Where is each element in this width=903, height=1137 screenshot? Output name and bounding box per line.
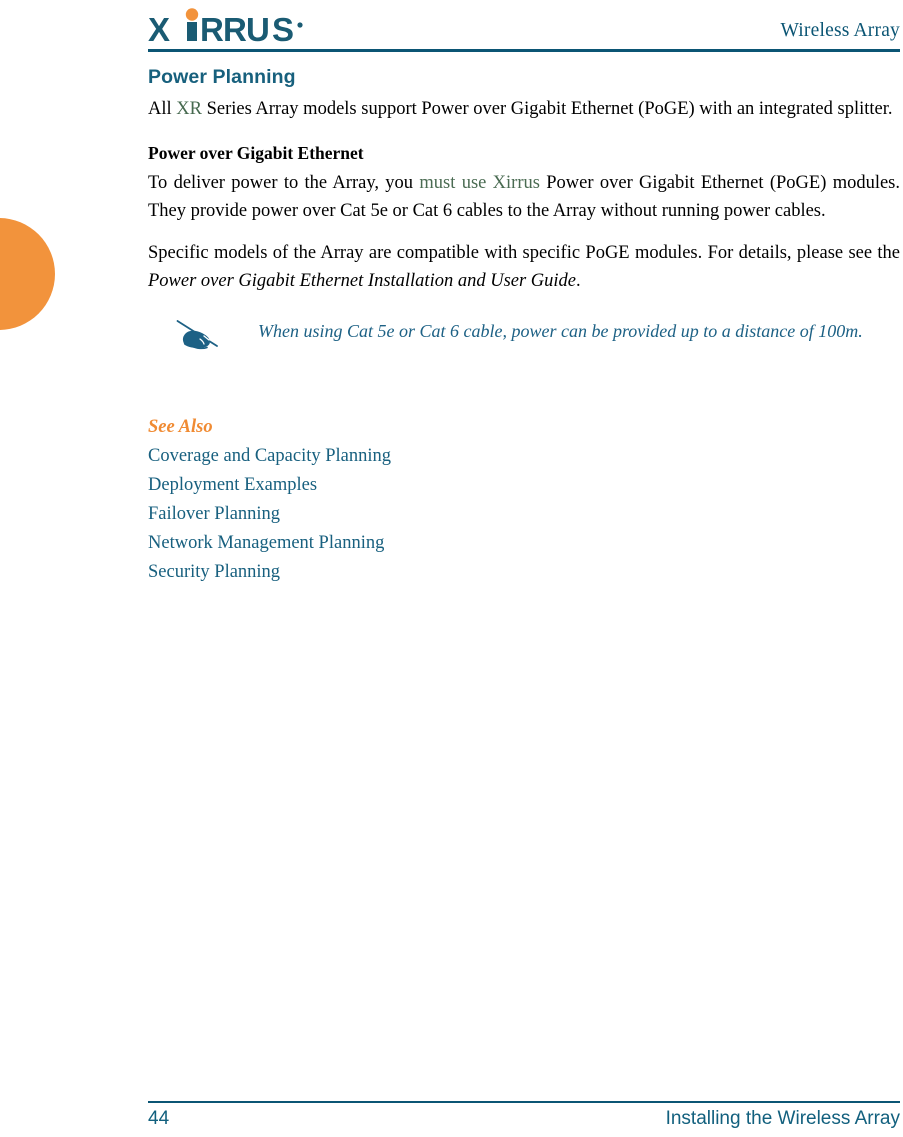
see-also-link[interactable]: Security Planning xyxy=(148,558,900,587)
svg-text:U: U xyxy=(246,11,269,48)
page-title: Power Planning xyxy=(148,66,296,88)
header-divider xyxy=(148,49,900,52)
svg-text:R: R xyxy=(223,11,247,48)
see-also-link[interactable]: Network Management Planning xyxy=(148,529,900,558)
see-also-list: Coverage and Capacity Planning Deploymen… xyxy=(148,442,900,587)
see-also-label: See Also xyxy=(148,417,213,437)
header-title: Wireless Array xyxy=(780,20,900,41)
svg-text:X: X xyxy=(148,11,170,48)
poge-guide-reference: Power over Gigabit Ethernet Installation… xyxy=(148,271,577,291)
svg-text:R: R xyxy=(200,11,224,48)
note-callout: When using Cat 5e or Cat 6 cable, power … xyxy=(148,317,900,377)
paragraph-3-after: . xyxy=(576,271,581,291)
xirrus-logo: X R R U S xyxy=(148,8,318,48)
xr-series-link[interactable]: XR xyxy=(176,99,202,119)
intro-paragraph: All XR Series Array models support Power… xyxy=(148,95,900,123)
see-also-section: See Also Coverage and Capacity Planning … xyxy=(148,417,900,587)
page-footer: 44 Installing the Wireless Array xyxy=(148,1108,900,1134)
svg-text:S: S xyxy=(272,11,294,48)
page-number: 44 xyxy=(148,1108,170,1129)
see-also-link[interactable]: Deployment Examples xyxy=(148,471,900,500)
paragraph-specific-models: Specific models of the Array are compati… xyxy=(148,239,900,295)
paragraph-3-before: Specific models of the Array are compati… xyxy=(148,243,900,263)
writing-hand-note-icon xyxy=(176,319,220,353)
subsection-title: Power over Gigabit Ethernet xyxy=(148,143,364,163)
must-use-xirrus-link[interactable]: must use Xirrus xyxy=(419,173,540,193)
footer-title: Installing the Wireless Array xyxy=(665,1108,900,1129)
footer-divider xyxy=(148,1101,900,1103)
page-content: Power Planning All XR Series Array model… xyxy=(148,66,900,587)
logo-dot-icon xyxy=(185,8,199,21)
document-page: X R R U S Wireless Array Power Planning … xyxy=(0,0,903,1137)
see-also-link[interactable]: Failover Planning xyxy=(148,500,900,529)
see-also-link[interactable]: Coverage and Capacity Planning xyxy=(148,442,900,471)
intro-text-after: Series Array models support Power over G… xyxy=(201,99,893,119)
paragraph-poge-modules: To deliver power to the Array, you must … xyxy=(148,169,900,225)
page-header: X R R U S Wireless Array xyxy=(148,6,900,52)
intro-text-before: All xyxy=(148,99,177,119)
paragraph-2-before: To deliver power to the Array, you xyxy=(148,173,420,193)
logo-registered-icon xyxy=(297,22,303,28)
note-text: When using Cat 5e or Cat 6 cable, power … xyxy=(258,321,863,341)
